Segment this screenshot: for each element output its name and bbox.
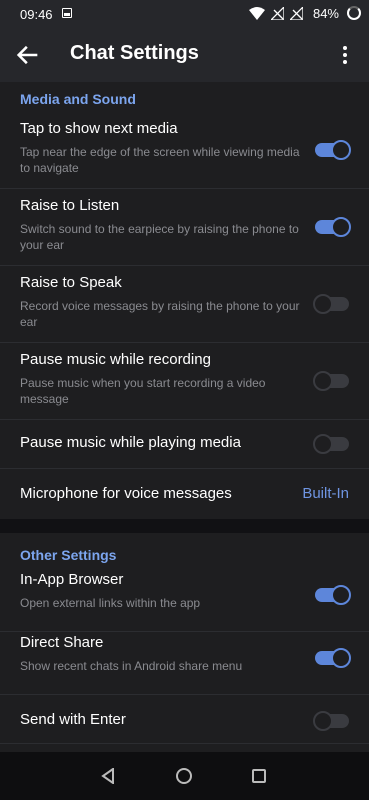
gallery-notification-icon [62,8,72,18]
status-time: 09:46 [20,7,53,22]
toggle-tap-next-media[interactable] [315,140,351,160]
setting-title: Direct Share [20,634,104,651]
setting-subtitle: Tap near the edge of the screen while vi… [20,145,300,175]
toggle-raise-to-speak[interactable] [313,294,349,314]
setting-subtitle: Pause music when you start recording a v… [20,376,266,406]
back-arrow-icon[interactable] [14,41,42,69]
no-signal-icon [270,7,284,20]
setting-subtitle: Open external links within the app [20,596,201,610]
status-bar: 09:46 84% [0,0,369,28]
nav-back-icon[interactable] [100,768,116,784]
setting-microphone[interactable]: Microphone for voice messages Built-In [0,469,369,519]
nav-home-icon[interactable] [176,768,192,784]
nav-recents-icon[interactable] [252,769,266,783]
toggle-raise-to-listen[interactable] [315,217,351,237]
setting-title: Raise to Listen [20,197,120,214]
toggle-pause-music-recording[interactable] [313,371,349,391]
setting-direct-share[interactable]: Direct Share Show recent chats in Androi… [0,632,369,695]
app-bar: Chat Settings [0,28,369,82]
no-signal-icon-2 [289,7,303,20]
system-nav-bar [0,752,369,800]
setting-subtitle: Switch sound to the earpiece by raising … [20,222,299,252]
setting-title: Tap to show next media [20,120,178,137]
toggle-in-app-browser[interactable] [315,585,351,605]
microphone-value: Built-In [302,485,349,502]
wifi-icon [248,7,265,20]
setting-pause-music-playing[interactable]: Pause music while playing media [0,420,369,469]
more-options-icon[interactable] [333,43,357,67]
section-header-other: Other Settings [20,547,117,563]
setting-subtitle: Record voice messages by raising the pho… [20,299,300,329]
page-title: Chat Settings [70,42,199,64]
setting-raise-to-listen[interactable]: Raise to Listen Switch sound to the earp… [0,189,369,266]
settings-list: Media and Sound Tap to show next media T… [0,82,369,744]
toggle-direct-share[interactable] [315,648,351,668]
setting-subtitle: Show recent chats in Android share menu [20,659,243,673]
setting-title: In-App Browser [20,571,124,588]
setting-title: Microphone for voice messages [20,485,232,502]
battery-percent: 84% [312,6,339,21]
setting-pause-music-recording[interactable]: Pause music while recording Pause music … [0,343,369,420]
section-divider [0,519,369,533]
setting-in-app-browser[interactable]: In-App Browser Open external links withi… [0,569,369,632]
setting-raise-to-speak[interactable]: Raise to Speak Record voice messages by … [0,266,369,343]
battery-icon [347,6,361,20]
setting-send-with-enter[interactable]: Send with Enter [0,695,369,744]
section-header-media: Media and Sound [20,91,136,107]
toggle-send-with-enter[interactable] [313,711,349,731]
setting-title: Pause music while recording [20,351,211,368]
setting-tap-next-media[interactable]: Tap to show next media Tap near the edge… [0,112,369,189]
setting-title: Send with Enter [20,711,126,728]
setting-title: Raise to Speak [20,274,122,291]
setting-title: Pause music while playing media [20,434,241,451]
toggle-pause-music-playing[interactable] [313,434,349,454]
